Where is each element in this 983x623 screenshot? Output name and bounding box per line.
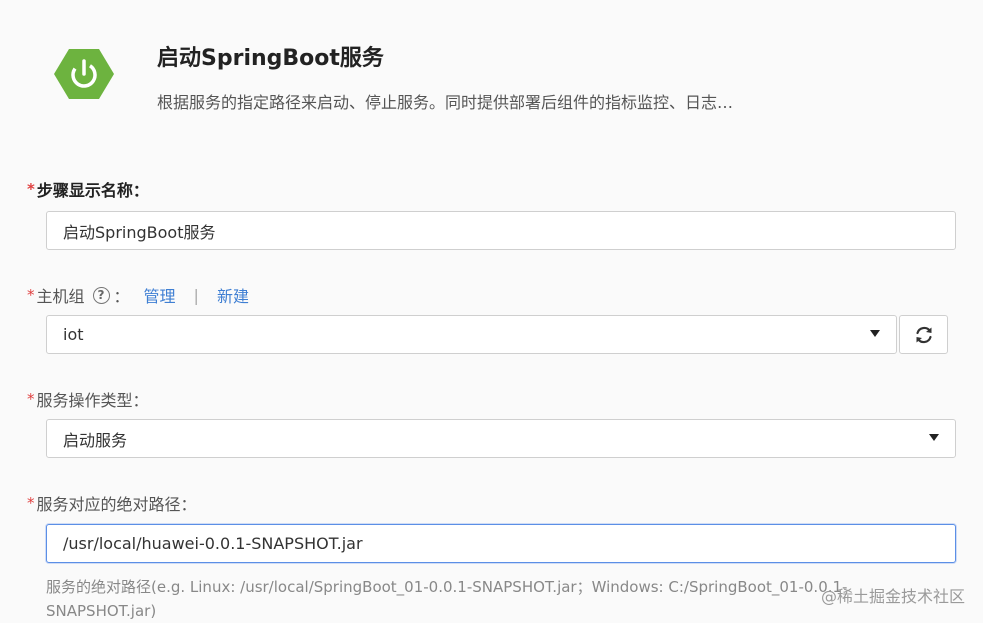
service-op-label: * 服务操作类型：: [27, 388, 149, 410]
step-name-label-text: 步骤显示名称：: [36, 181, 149, 200]
plugin-description: 根据服务的指定路径来启动、停止服务。同时提供部署后组件的指标监控、日志…: [157, 93, 734, 112]
required-mark: *: [27, 494, 35, 512]
help-icon[interactable]: ?: [92, 286, 110, 304]
caret-down-icon: [929, 434, 939, 441]
host-group-selected: iot: [63, 325, 84, 344]
step-name-label: * 步骤显示名称：: [27, 178, 149, 200]
host-group-select[interactable]: iot: [46, 315, 897, 354]
refresh-button[interactable]: [899, 315, 948, 354]
watermark: @稀土掘金技术社区: [820, 587, 965, 606]
plugin-header: 启动SpringBoot服务 根据服务的指定路径来启动、停止服务。同时提供部署后…: [0, 0, 983, 150]
step-name-input[interactable]: 启动SpringBoot服务: [46, 211, 956, 250]
page: 启动SpringBoot服务 根据服务的指定路径来启动、停止服务。同时提供部署后…: [0, 0, 983, 623]
required-mark: *: [27, 180, 35, 198]
abs-path-hint: 服务的绝对路径(e.g. Linux: /usr/local/SpringBoo…: [46, 578, 848, 620]
service-op-selected: 启动服务: [63, 430, 128, 450]
required-mark: *: [27, 286, 35, 304]
abs-path-label-text: 服务对应的绝对路径：: [36, 495, 197, 514]
abs-path-input[interactable]: /usr/local/huawei-0.0.1-SNAPSHOT.jar: [46, 524, 956, 563]
host-group-label: * 主机组 ? ： 管理 | 新建: [27, 283, 249, 307]
service-op-label-text: 服务操作类型：: [36, 391, 149, 410]
caret-down-icon: [870, 330, 880, 337]
plugin-title: 启动SpringBoot服务: [157, 46, 384, 71]
link-separator: |: [193, 285, 199, 305]
step-name-value: 启动SpringBoot服务: [63, 222, 216, 242]
springboot-power-icon: [54, 49, 114, 99]
manage-link[interactable]: 管理: [144, 283, 176, 307]
abs-path-value: /usr/local/huawei-0.0.1-SNAPSHOT.jar: [63, 534, 363, 553]
required-mark: *: [27, 390, 35, 408]
host-group-colon: ：: [113, 287, 130, 306]
service-op-select[interactable]: 启动服务: [46, 419, 956, 458]
host-group-label-text: 主机组: [36, 287, 85, 306]
new-link[interactable]: 新建: [217, 283, 249, 307]
refresh-icon: [915, 326, 932, 343]
abs-path-label: * 服务对应的绝对路径：: [27, 492, 197, 514]
